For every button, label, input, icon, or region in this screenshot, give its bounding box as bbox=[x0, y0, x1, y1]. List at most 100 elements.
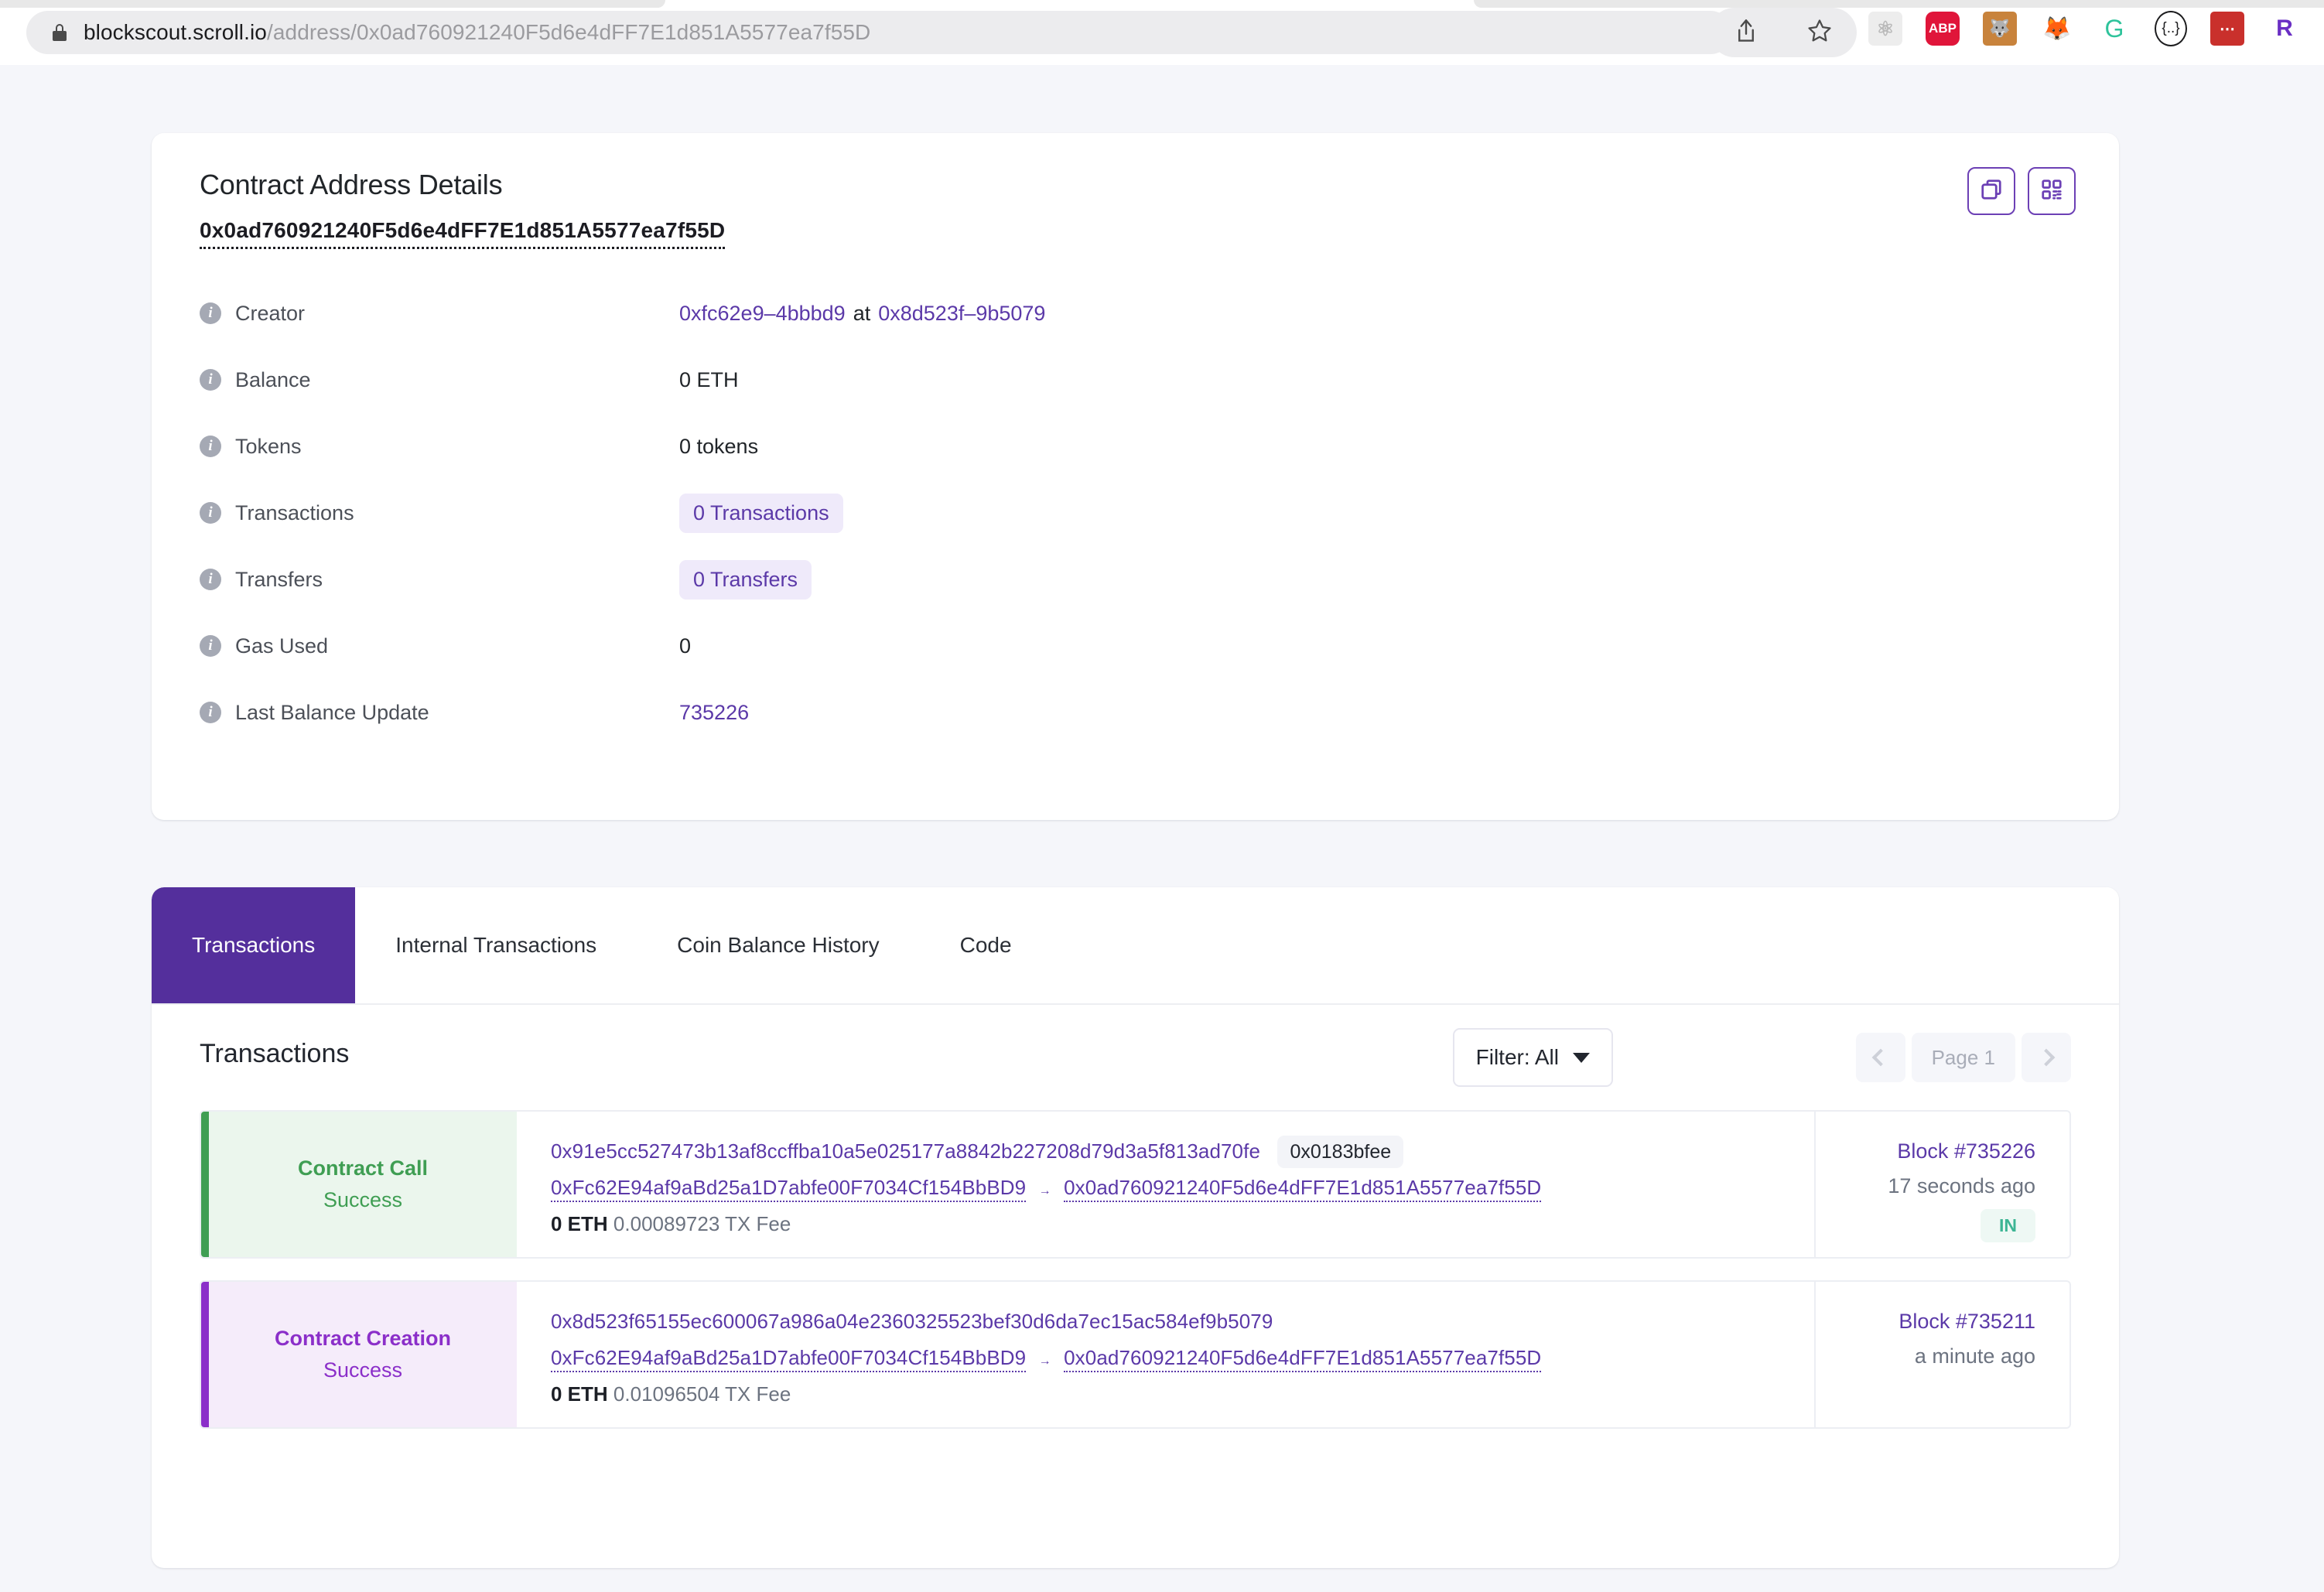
creator-address-link[interactable]: 0xfc62e9–4bbbd9 bbox=[679, 302, 846, 326]
last-balance-update-link[interactable]: 735226 bbox=[679, 701, 749, 725]
detail-row-transfers: i Transfers 0 Transfers bbox=[200, 546, 2056, 613]
tx-type-label: Contract Creation bbox=[274, 1327, 452, 1350]
status-badge: Success bbox=[323, 1358, 403, 1382]
arrow-right-icon: → bbox=[1038, 1355, 1051, 1368]
detail-value: 0 ETH bbox=[679, 367, 739, 391]
tx-hash-line: 0x91e5cc527473b13af8ccffba10a5e025177a88… bbox=[551, 1136, 1814, 1168]
grammarly-icon[interactable]: G bbox=[2097, 12, 2131, 46]
detail-label: Last Balance Update bbox=[235, 700, 429, 724]
tab-strip-right bbox=[1474, 0, 2324, 8]
tx-to-address-link[interactable]: 0x0ad760921240F5d6e4dFF7E1d851A5577ea7f5… bbox=[1064, 1176, 1542, 1202]
tx-hash-link[interactable]: 0x8d523f65155ec600067a986a04e2360325523b… bbox=[551, 1310, 1273, 1333]
detail-value: 0 bbox=[679, 634, 692, 658]
details-rows: i Creator 0xfc62e9–4bbbd9 at 0x8d523f–9b5… bbox=[200, 280, 2056, 746]
url-path: /address/0x0ad760921240F5d6e4dFF7E1d851A… bbox=[266, 20, 871, 44]
tx-type-cell: Contract Creation Success bbox=[201, 1282, 517, 1427]
table-row[interactable]: Contract Call Success 0x91e5cc527473b13a… bbox=[200, 1110, 2071, 1259]
table-row[interactable]: Contract Creation Success 0x8d523f65155e… bbox=[200, 1280, 2071, 1429]
next-page-button-top[interactable] bbox=[2022, 1033, 2071, 1082]
detail-row-transactions: i Transactions 0 Transactions bbox=[200, 480, 2056, 546]
page-title: Contract Address Details bbox=[200, 169, 503, 200]
url-host: blockscout.scroll.io bbox=[84, 20, 267, 44]
info-icon[interactable]: i bbox=[200, 436, 221, 457]
tab-strip-left bbox=[0, 0, 665, 8]
transfers-count-badge[interactable]: 0 Transfers bbox=[679, 559, 812, 600]
rabby-wallet-icon[interactable]: R bbox=[2268, 12, 2302, 46]
info-icon[interactable]: i bbox=[200, 702, 221, 723]
tx-direction-badge: IN bbox=[1981, 1209, 2035, 1242]
metamask-fox-icon[interactable]: 🦊 bbox=[2040, 12, 2074, 46]
detail-label: Transfers bbox=[235, 567, 323, 591]
header-action-buttons bbox=[1967, 167, 2076, 215]
extension-toolbar: ⚛ ABP 🐺 🦊 G {..} ⋯ R 🧩 bbox=[1868, 11, 2324, 46]
contract-address-details-card: Contract Address Details 0x0ad760921240F… bbox=[152, 133, 2119, 820]
detail-value: 0xfc62e9–4bbbd9 at 0x8d523f–9b5079 bbox=[679, 302, 1045, 326]
url-text: blockscout.scroll.io/address/0x0ad760921… bbox=[84, 20, 870, 45]
page-indicator-top[interactable]: Page 1 bbox=[1911, 1033, 2015, 1082]
pagination-top: Page 1 bbox=[1855, 1033, 2071, 1082]
three-dots-icon[interactable]: ⋯ bbox=[2210, 12, 2244, 46]
detail-label: Tokens bbox=[235, 434, 302, 458]
creator-at-word: at bbox=[853, 301, 871, 325]
tx-method-tag: 0x0183bfee bbox=[1277, 1136, 1404, 1168]
detail-label: Transactions bbox=[235, 500, 354, 524]
transactions-header: Transactions Filter: All Page 1 bbox=[152, 1005, 2119, 1110]
contract-address-value[interactable]: 0x0ad760921240F5d6e4dFF7E1d851A5577ea7f5… bbox=[200, 218, 726, 249]
tab-coin-balance-history[interactable]: Coin Balance History bbox=[637, 887, 919, 1003]
copy-icon bbox=[1980, 178, 2003, 205]
camel-notebook-icon[interactable]: 🐺 bbox=[1983, 12, 2017, 46]
chevron-left-icon bbox=[1871, 1048, 1889, 1067]
status-badge: Success bbox=[323, 1188, 403, 1211]
block-link[interactable]: Block #735226 bbox=[1897, 1139, 2035, 1163]
prev-page-button-top[interactable] bbox=[1855, 1033, 1905, 1082]
qr-code-button[interactable] bbox=[2028, 167, 2076, 215]
react-devtools-icon[interactable]: ⚛ bbox=[1868, 12, 1902, 46]
detail-row-last-balance-update: i Last Balance Update 735226 bbox=[200, 679, 2056, 746]
tab-transactions[interactable]: Transactions bbox=[152, 887, 356, 1003]
lock-icon bbox=[53, 24, 67, 41]
tx-age: 17 seconds ago bbox=[1888, 1174, 2035, 1197]
info-icon[interactable]: i bbox=[200, 502, 221, 524]
json-viewer-icon[interactable]: {..} bbox=[2155, 11, 2187, 46]
tab-internal-transactions[interactable]: Internal Transactions bbox=[355, 887, 637, 1003]
copy-address-button[interactable] bbox=[1967, 167, 2015, 215]
filter-dropdown[interactable]: Filter: All bbox=[1452, 1028, 1613, 1087]
chevron-right-icon bbox=[2037, 1048, 2056, 1067]
tx-from-address-link[interactable]: 0xFc62E94af9aBd25a1D7abfe00F7034Cf154BbB… bbox=[551, 1176, 1027, 1202]
chevron-down-icon bbox=[1573, 1052, 1590, 1063]
tx-meta-cell: Block #735211 a minute ago bbox=[1814, 1282, 2069, 1427]
info-icon[interactable]: i bbox=[200, 369, 221, 391]
tx-meta-cell: Block #735226 17 seconds ago IN bbox=[1814, 1112, 2069, 1257]
share-icon[interactable] bbox=[1734, 18, 1758, 48]
block-link[interactable]: Block #735211 bbox=[1899, 1310, 2035, 1334]
filter-label: Filter: All bbox=[1475, 1045, 1559, 1069]
tx-fee: 0.01096504 TX Fee bbox=[613, 1382, 791, 1406]
tx-hash-line: 0x8d523f65155ec600067a986a04e2360325523b… bbox=[551, 1310, 1814, 1334]
detail-row-tokens: i Tokens 0 tokens bbox=[200, 413, 2056, 480]
browser-action-group bbox=[1710, 8, 1857, 57]
address-bar[interactable]: blockscout.scroll.io/address/0x0ad760921… bbox=[26, 11, 1732, 54]
detail-label: Creator bbox=[235, 301, 306, 325]
transactions-card: Transactions Internal Transactions Coin … bbox=[152, 887, 2119, 1568]
tx-value-fee-line: 0 ETH 0.01096504 TX Fee bbox=[551, 1382, 1814, 1406]
section-title: Transactions bbox=[200, 1039, 350, 1068]
creation-tx-link[interactable]: 0x8d523f–9b5079 bbox=[878, 302, 1045, 326]
tx-from-address-link[interactable]: 0xFc62E94af9aBd25a1D7abfe00F7034Cf154BbB… bbox=[551, 1346, 1027, 1372]
tx-to-address-link[interactable]: 0x0ad760921240F5d6e4dFF7E1d851A5577ea7f5… bbox=[1064, 1346, 1542, 1372]
detail-row-balance: i Balance 0 ETH bbox=[200, 347, 2056, 413]
info-icon[interactable]: i bbox=[200, 302, 221, 324]
tx-age: a minute ago bbox=[1914, 1344, 2035, 1368]
adblock-plus-icon[interactable]: ABP bbox=[1926, 12, 1960, 46]
detail-label: Gas Used bbox=[235, 634, 329, 658]
tx-type-label: Contract Call bbox=[297, 1156, 429, 1180]
detail-value: 0 tokens bbox=[679, 434, 759, 458]
tab-code[interactable]: Code bbox=[920, 887, 1052, 1003]
info-icon[interactable]: i bbox=[200, 635, 221, 657]
info-icon[interactable]: i bbox=[200, 569, 221, 590]
tx-hash-link[interactable]: 0x91e5cc527473b13af8ccffba10a5e025177a88… bbox=[551, 1139, 1260, 1163]
tx-fee: 0.00089723 TX Fee bbox=[613, 1212, 791, 1235]
tx-value: 0 ETH bbox=[551, 1212, 608, 1235]
tx-details-cell: 0x8d523f65155ec600067a986a04e2360325523b… bbox=[517, 1282, 1814, 1427]
transactions-count-badge[interactable]: 0 Transactions bbox=[679, 493, 843, 533]
star-icon[interactable] bbox=[1806, 18, 1833, 48]
